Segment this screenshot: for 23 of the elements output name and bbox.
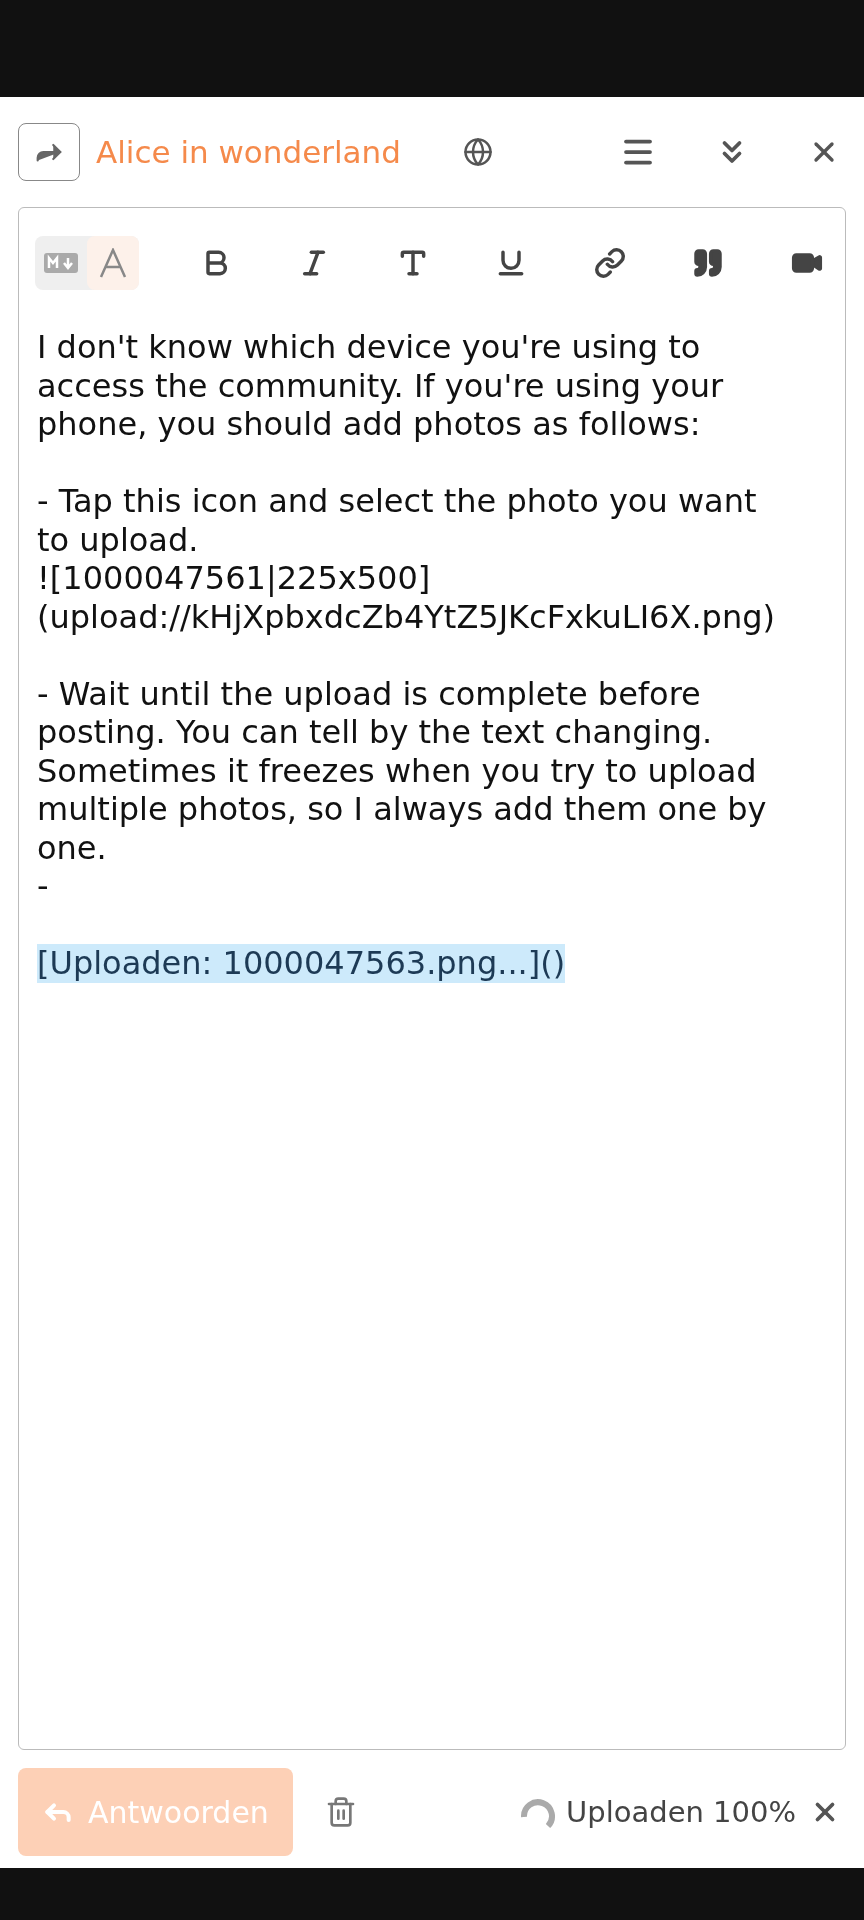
- post-text-line: I don't know which device you're using to: [37, 328, 701, 367]
- mode-toggle[interactable]: [35, 236, 139, 290]
- post-text-line: Sometimes it freezes when you try to upload: [37, 751, 757, 790]
- post-text-line: to upload.: [37, 520, 199, 559]
- rich-text-mode-button[interactable]: [87, 236, 139, 290]
- upload-status: Uploaden 100%: [566, 1795, 796, 1829]
- post-text-line: phone, you should add photos as follows:: [37, 405, 701, 444]
- quote-icon: [692, 247, 725, 279]
- markdown-icon: [44, 253, 78, 273]
- topic-title[interactable]: Alice in wonderland: [96, 134, 401, 170]
- post-text-line: - Wait until the upload is complete before: [37, 674, 701, 713]
- post-text-line: (upload://kHjXpbxdcZb4YtZ5JKcFxkuLI6X.png): [37, 597, 775, 636]
- upload-placeholder-text: [Uploaden: 1000047563.png...](): [37, 944, 566, 983]
- post-text-line: - Tap this icon and select the photo you want: [37, 482, 757, 521]
- post-text-line: access the community. If you're using your: [37, 366, 724, 405]
- post-text-line: ![1000047561|225x500]: [37, 559, 431, 598]
- post-text-line: -: [37, 867, 49, 906]
- post-text-line: multiple photos, so I always add them one by: [37, 790, 767, 829]
- post-text-line: posting. You can tell by the text changing.: [37, 713, 713, 752]
- link-icon: [593, 247, 626, 279]
- text-mode-icon: [99, 248, 127, 278]
- share-button[interactable]: [18, 123, 80, 181]
- post-text-line: one.: [37, 828, 107, 867]
